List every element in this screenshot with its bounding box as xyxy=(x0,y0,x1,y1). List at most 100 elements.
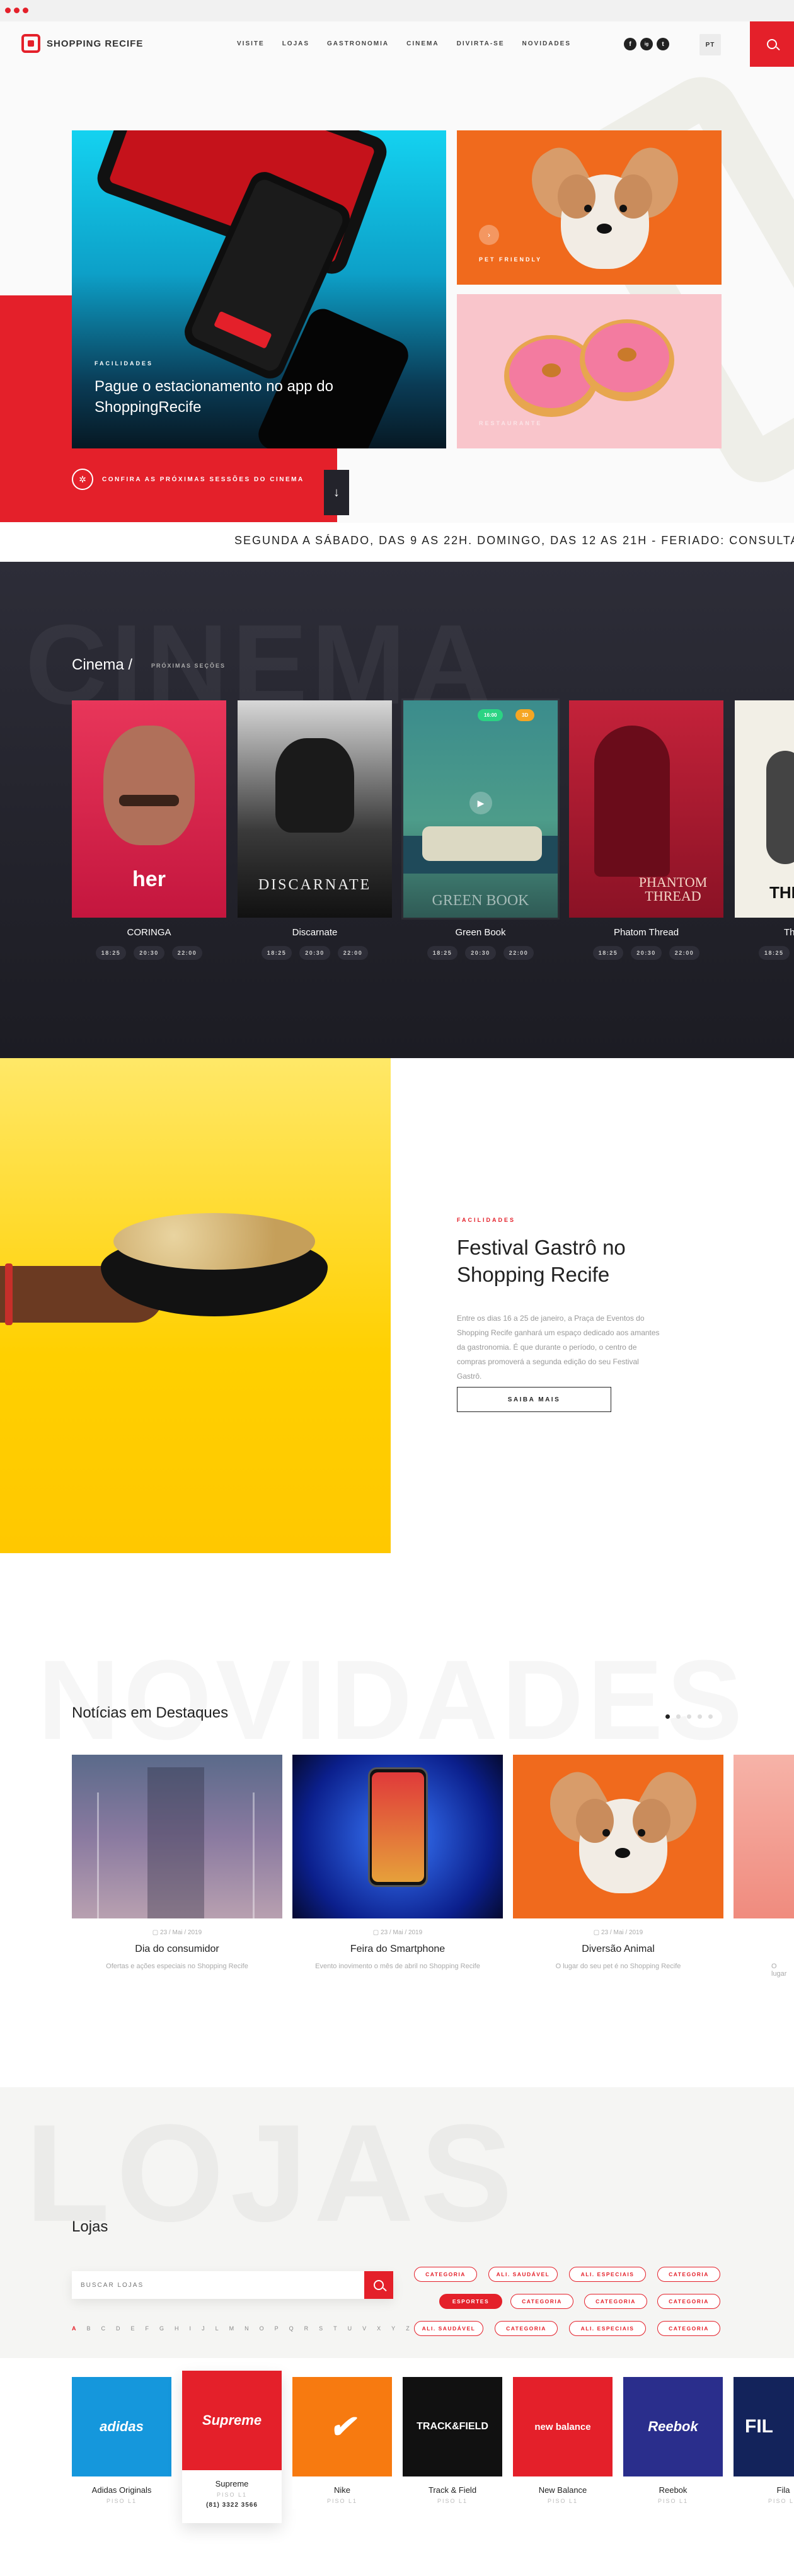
hero-card-food[interactable]: RESTAURANTE xyxy=(457,294,722,448)
movie-name[interactable]: Green Book xyxy=(403,927,558,938)
nav-item-divirta-se[interactable]: DIVIRTA-SE xyxy=(457,40,505,47)
language-selector[interactable]: PT xyxy=(699,34,721,55)
nav-item-lojas[interactable]: LOJAS xyxy=(282,40,309,47)
carousel-dot[interactable] xyxy=(708,1714,713,1719)
movie-poster[interactable]: DISCARNATE xyxy=(238,700,392,918)
store-card[interactable]: ✔ Nike PISO L1 xyxy=(292,2377,392,2509)
facebook-icon[interactable]: f xyxy=(624,38,636,50)
showtime-chip[interactable]: 20:30 xyxy=(299,946,330,960)
letter-filter[interactable]: J xyxy=(202,2325,205,2332)
news-headline[interactable]: Dia do consumidor xyxy=(72,1944,282,1955)
category-tag[interactable]: CATEGORIA xyxy=(657,2267,720,2282)
letter-filter[interactable]: F xyxy=(146,2325,150,2332)
showtime-chip[interactable]: 18:25 xyxy=(592,946,624,960)
letter-filter[interactable]: C xyxy=(101,2325,106,2332)
movie-name[interactable]: CORINGA xyxy=(72,927,226,938)
instagram-icon[interactable]: ig xyxy=(640,38,653,50)
store-search-input[interactable] xyxy=(81,2279,345,2291)
letter-filter[interactable]: O xyxy=(260,2325,265,2332)
category-tag[interactable]: CATEGORIA xyxy=(657,2321,720,2336)
hero-card-pet[interactable]: › PET FRIENDLY xyxy=(457,130,722,285)
nav-item-novidades[interactable]: NOVIDADES xyxy=(522,40,571,47)
letter-filter[interactable]: S xyxy=(319,2325,323,2332)
letter-filter[interactable]: T xyxy=(333,2325,338,2332)
arrow-right-icon[interactable]: › xyxy=(479,225,499,245)
movie-poster[interactable]: THE xyxy=(735,700,794,918)
carousel-dot[interactable] xyxy=(676,1714,681,1719)
category-tag[interactable]: ALI. SAUDÁVEL xyxy=(414,2321,483,2336)
category-tag-active[interactable]: ESPORTES xyxy=(439,2294,502,2309)
letter-filter[interactable]: M xyxy=(229,2325,235,2332)
showtime-chip[interactable]: 22:00 xyxy=(503,946,534,960)
nav-item-gastronomia[interactable]: GASTRONOMIA xyxy=(327,40,389,47)
letter-filter[interactable]: G xyxy=(159,2325,164,2332)
letter-filter[interactable]: H xyxy=(175,2325,180,2332)
showtime-chip[interactable]: 18:25 xyxy=(95,946,127,960)
showtime-chip[interactable]: 20:30 xyxy=(465,946,496,960)
letter-filter[interactable]: V xyxy=(362,2325,367,2332)
carousel-dot[interactable] xyxy=(665,1714,670,1719)
letter-filter[interactable]: B xyxy=(87,2325,91,2332)
cinema-cta[interactable]: ✲ CONFIRA AS PRÓXIMAS SESSÕES DO CINEMA xyxy=(72,469,304,490)
nav-item-visite[interactable]: VISITE xyxy=(237,40,265,47)
play-icon[interactable]: ▶ xyxy=(469,792,492,814)
news-card-image[interactable] xyxy=(292,1755,503,1918)
showtime-chip[interactable]: 20:30 xyxy=(134,946,164,960)
hero-main-card[interactable]: FACILIDADES Pague o estacionamento no ap… xyxy=(72,130,446,448)
showtime-chip[interactable]: 22:00 xyxy=(171,946,203,960)
scroll-down-button[interactable]: ↓ xyxy=(324,470,349,515)
letter-filter[interactable]: D xyxy=(116,2325,121,2332)
site-logo[interactable]: SHOPPING RECIFE xyxy=(21,34,143,53)
news-headline[interactable]: Feira do Smartphone xyxy=(292,1944,503,1955)
category-tag[interactable]: ALI. SAUDÁVEL xyxy=(488,2267,558,2282)
letter-filter[interactable]: R xyxy=(304,2325,309,2332)
letter-filter[interactable]: Q xyxy=(289,2325,294,2332)
showtime-chip[interactable]: 18:25 xyxy=(427,946,458,960)
window-dot-close[interactable] xyxy=(5,8,11,13)
letter-filter[interactable]: N xyxy=(245,2325,250,2332)
category-tag[interactable]: CATEGORIA xyxy=(510,2294,573,2309)
window-dot-maximize[interactable] xyxy=(23,8,28,13)
letter-filter[interactable]: A xyxy=(72,2325,77,2332)
showtime-chip[interactable]: 22:00 xyxy=(337,946,369,960)
movie-poster[interactable]: ▶ 16:00 3D GREEN BOOK xyxy=(403,700,558,918)
letter-filter[interactable]: P xyxy=(275,2325,279,2332)
movie-name[interactable]: Discarnate xyxy=(238,927,392,938)
letter-filter[interactable]: L xyxy=(216,2325,219,2332)
movie-poster[interactable]: her xyxy=(72,700,226,918)
carousel-dot[interactable] xyxy=(687,1714,691,1719)
movie-poster[interactable]: PHANTOM THREAD xyxy=(569,700,723,918)
letter-filter[interactable]: Y xyxy=(391,2325,396,2332)
category-tag[interactable]: ALI. ESPECIAIS xyxy=(569,2321,646,2336)
category-tag[interactable]: CATEGORIA xyxy=(584,2294,647,2309)
store-card-hovered[interactable]: Supreme Supreme PISO L1 (81) 3322 3566 xyxy=(182,2371,282,2523)
carousel-dot[interactable] xyxy=(698,1714,702,1719)
showtime-chip[interactable]: 18:25 xyxy=(759,946,790,960)
showtime-chip[interactable]: 20:30 xyxy=(631,946,662,960)
letter-filter[interactable]: I xyxy=(190,2325,192,2332)
movie-name[interactable]: The xyxy=(735,927,794,938)
twitter-icon[interactable]: t xyxy=(657,38,669,50)
saiba-mais-button[interactable]: SAIBA MAIS xyxy=(457,1387,611,1412)
store-card[interactable]: TRACK&FIELD Track & Field PISO L1 xyxy=(403,2377,502,2509)
news-headline[interactable]: Diversão Animal xyxy=(513,1944,723,1955)
news-card-image[interactable] xyxy=(72,1755,282,1918)
letter-filter[interactable]: Z xyxy=(406,2325,410,2332)
store-card[interactable]: FIL Fila PISO L1 xyxy=(734,2377,794,2509)
category-tag[interactable]: CATEGORIA xyxy=(495,2321,558,2336)
store-search-button[interactable] xyxy=(364,2271,393,2299)
category-tag[interactable]: CATEGORIA xyxy=(657,2294,720,2309)
store-card[interactable]: adidas Adidas Originals PISO L1 xyxy=(72,2377,171,2509)
category-tag[interactable]: CATEGORIA xyxy=(414,2267,477,2282)
news-card-image[interactable] xyxy=(513,1755,723,1918)
news-card-image[interactable] xyxy=(734,1755,794,1918)
header-search-button[interactable] xyxy=(750,21,794,67)
category-tag[interactable]: ALI. ESPECIAIS xyxy=(569,2267,646,2282)
store-card[interactable]: new balance New Balance PISO L1 xyxy=(513,2377,613,2509)
letter-filter[interactable]: X xyxy=(377,2325,381,2332)
nav-item-cinema[interactable]: CINEMA xyxy=(406,40,439,47)
store-card[interactable]: Reebok Reebok PISO L1 xyxy=(623,2377,723,2509)
showtime-chip[interactable]: 22:00 xyxy=(669,946,700,960)
letter-filter[interactable]: E xyxy=(131,2325,135,2332)
movie-name[interactable]: Phatom Thread xyxy=(569,927,723,938)
